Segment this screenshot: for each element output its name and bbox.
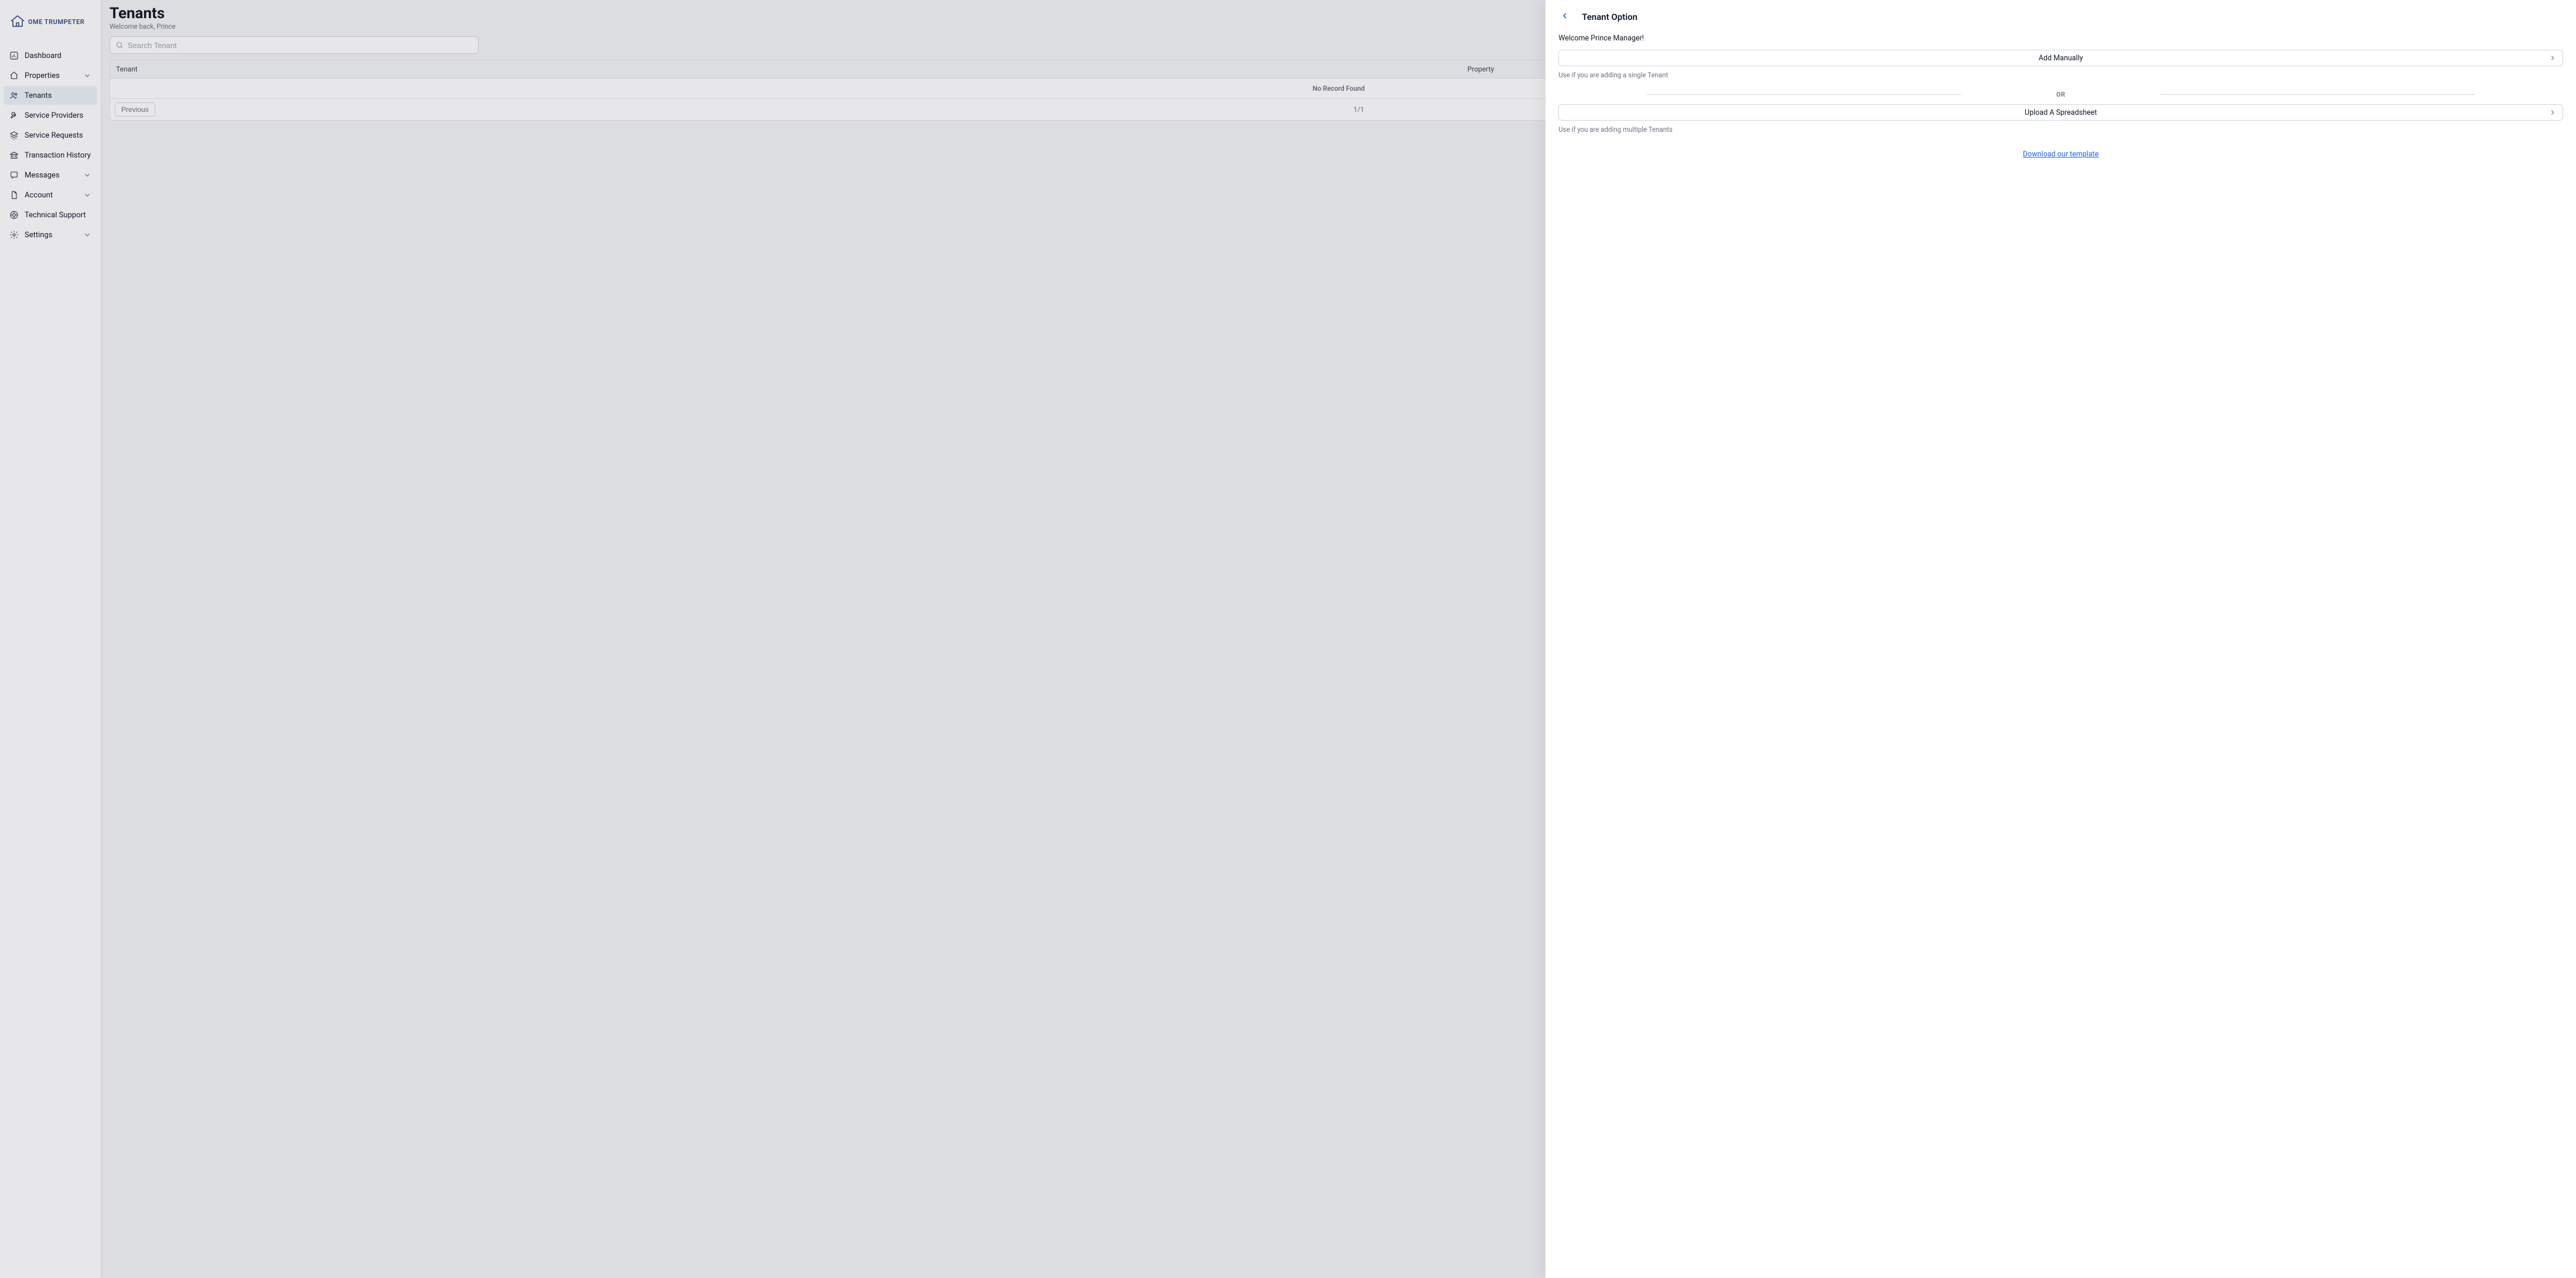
add-manually-hint: Use if you are adding a single Tenant (1558, 71, 2563, 79)
users-icon (9, 91, 19, 100)
divider-line (1558, 94, 2049, 95)
sidebar-item-label: Dashboard (25, 52, 62, 60)
document-icon (9, 190, 19, 200)
sidebar-item-label: Technical Support (25, 211, 86, 220)
sidebar-item-service-providers[interactable]: Service Providers (4, 106, 97, 125)
support-icon (9, 210, 19, 220)
wrench-icon (9, 111, 19, 120)
panel-header: Tenant Option (1558, 11, 2563, 23)
upload-spreadsheet-hint: Use if you are adding multiple Tenants (1558, 125, 2563, 134)
tenant-option-panel: Tenant Option Welcome Prince Manager! Ad… (1545, 0, 2576, 1278)
back-button[interactable] (1558, 11, 1571, 23)
bank-icon (9, 151, 19, 160)
panel-title: Tenant Option (1582, 12, 1637, 22)
panel-welcome-text: Welcome Prince Manager! (1558, 34, 2563, 43)
sidebar-item-label: Transaction History (25, 151, 91, 160)
table-header-tenant: Tenant (110, 60, 1462, 78)
sidebar-item-label: Service Requests (25, 131, 83, 140)
chevron-left-icon (1560, 11, 1570, 23)
sidebar-item-label: Service Providers (25, 111, 83, 120)
brand-name: OME TRUMPETER (28, 18, 84, 26)
sidebar-item-technical-support[interactable]: Technical Support (4, 206, 97, 224)
sidebar-item-properties[interactable]: Properties (4, 66, 97, 85)
sidebar-item-label: Properties (25, 71, 60, 80)
chevron-down-icon (83, 171, 91, 179)
sidebar-item-account[interactable]: Account (4, 186, 97, 204)
upload-spreadsheet-button[interactable]: Upload A Spreadsheet (1558, 104, 2563, 121)
sidebar-item-messages[interactable]: Messages (4, 166, 97, 184)
previous-page-button[interactable]: Previous (115, 102, 155, 117)
chevron-down-icon (83, 231, 91, 239)
sidebar-item-label: Settings (25, 231, 52, 240)
message-icon (9, 170, 19, 180)
home-icon (9, 71, 19, 80)
chevron-down-icon (83, 191, 91, 199)
layers-icon (9, 131, 19, 140)
gear-icon (9, 230, 19, 240)
sidebar-item-service-requests[interactable]: Service Requests (4, 126, 97, 145)
search-wrap (110, 36, 479, 54)
search-input[interactable] (110, 36, 479, 54)
add-manually-button[interactable]: Add Manually (1558, 50, 2563, 66)
or-divider: OR (1558, 91, 2563, 98)
sidebar-item-settings[interactable]: Settings (4, 225, 97, 244)
upload-spreadsheet-label: Upload A Spreadsheet (2025, 108, 2097, 117)
sidebar-item-label: Tenants (25, 91, 52, 100)
sidebar-item-transaction-history[interactable]: Transaction History (4, 146, 97, 165)
sidebar-item-tenants[interactable]: Tenants (4, 86, 97, 105)
add-manually-label: Add Manually (2039, 54, 2083, 63)
brand-logo: OME TRUMPETER (0, 8, 101, 46)
sidebar-item-label: Messages (25, 171, 60, 180)
or-label: OR (2056, 91, 2066, 98)
chevron-right-icon (2548, 108, 2557, 117)
house-icon (9, 14, 26, 30)
chevron-down-icon (83, 71, 91, 80)
sidebar-item-label: Account (25, 191, 53, 200)
chart-icon (9, 51, 19, 60)
search-icon (115, 41, 124, 49)
divider-line (2072, 94, 2563, 95)
chevron-right-icon (2548, 54, 2557, 62)
sidebar: OME TRUMPETER Dashboard Properties Tenan… (0, 0, 101, 1278)
sidebar-item-dashboard[interactable]: Dashboard (4, 46, 97, 65)
download-template-link[interactable]: Download our template (1558, 150, 2563, 159)
sidebar-nav: Dashboard Properties Tenants Service Pro… (0, 46, 101, 244)
